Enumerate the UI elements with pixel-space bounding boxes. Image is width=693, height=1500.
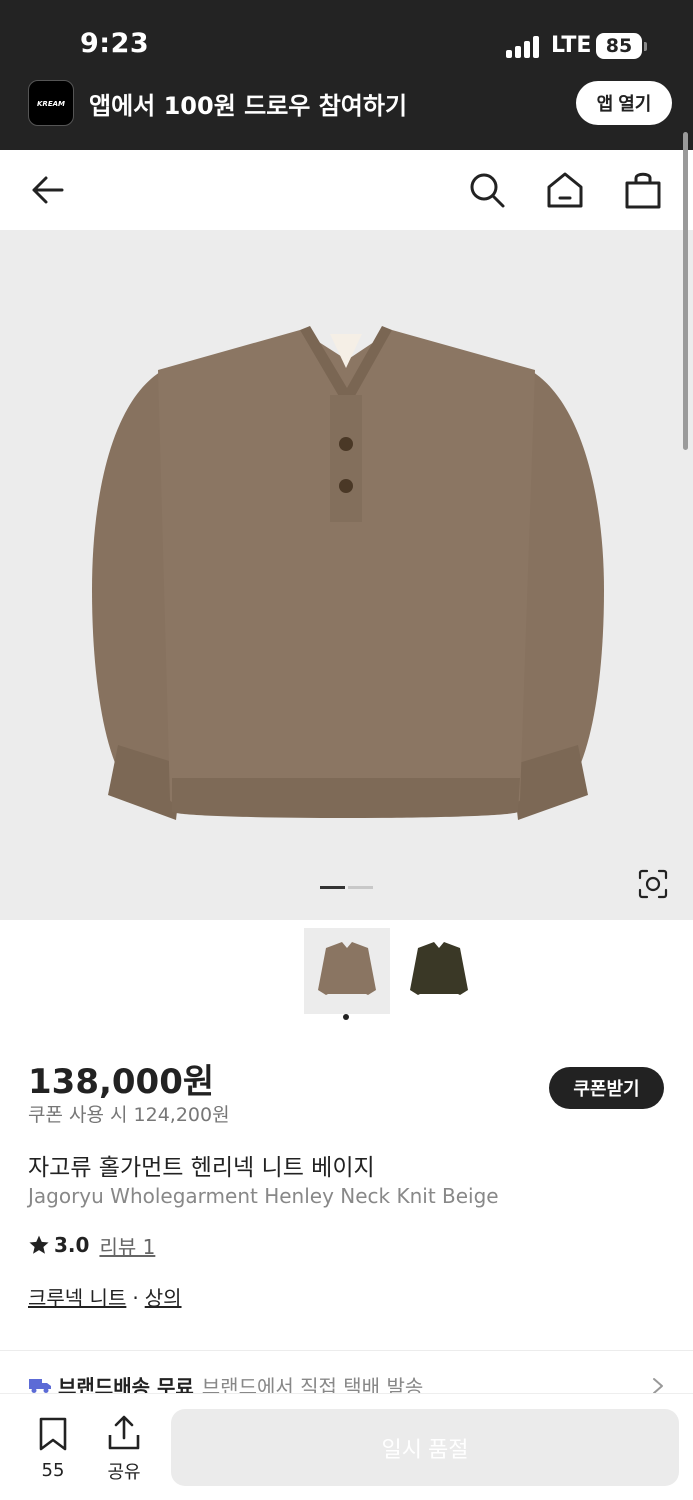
- coupon-button[interactable]: 쿠폰받기: [549, 1067, 664, 1109]
- thumbnail-olive[interactable]: [396, 928, 482, 1014]
- category-link-top[interactable]: 상의: [145, 1286, 182, 1310]
- image-search-icon[interactable]: [637, 868, 669, 900]
- search-icon[interactable]: [467, 170, 507, 210]
- back-arrow-icon[interactable]: [28, 170, 68, 210]
- gallery-dot: [348, 886, 373, 889]
- open-app-button[interactable]: 앱 열기: [576, 81, 672, 125]
- signal-icon: [506, 36, 544, 58]
- top-nav: [0, 150, 693, 230]
- truck-icon: [29, 1379, 51, 1393]
- network-label: LTE: [551, 33, 592, 58]
- bookmark-icon: [39, 1417, 67, 1451]
- category-breadcrumb: 크루넥 니트 · 상의: [28, 1282, 182, 1311]
- product-price: 138,000원: [28, 1062, 215, 1102]
- bookmark-count: 55: [41, 1460, 65, 1481]
- share-button[interactable]: 공유: [102, 1414, 146, 1484]
- rating-row: 3.0 리뷰 1: [28, 1231, 155, 1259]
- star-icon: [29, 1235, 49, 1254]
- home-icon[interactable]: [545, 170, 585, 210]
- category-separator: ·: [132, 1286, 139, 1310]
- product-image-gallery[interactable]: [0, 230, 693, 920]
- thumbnail-beige[interactable]: [304, 928, 390, 1014]
- bottom-action-bar: 55 공유 일시 품절: [0, 1393, 693, 1500]
- banner-text: 앱에서 100원 드로우 참여하기: [89, 92, 408, 120]
- sold-out-button[interactable]: 일시 품절: [171, 1409, 679, 1486]
- review-link[interactable]: 리뷰 1: [99, 1231, 155, 1260]
- battery-cap: [644, 42, 647, 51]
- gallery-dot-active: [320, 886, 345, 889]
- share-label: 공유: [107, 1462, 141, 1483]
- thumbnail-beige-image: [318, 942, 376, 995]
- thumbnail-olive-image: [410, 942, 468, 995]
- shopping-bag-icon[interactable]: [623, 170, 663, 210]
- section-divider: [0, 1350, 693, 1351]
- kream-logo: KREAM: [28, 80, 74, 126]
- product-name-ko: 자고류 홀가먼트 헨리넥 니트 베이지: [28, 1155, 375, 1181]
- gallery-pagination: [320, 886, 374, 889]
- app-banner-area: 9:23 LTE 85 KREAM 앱에서 100원 드로우 참여하기 앱 열기: [0, 0, 693, 150]
- thumbnail-selected-dot: [343, 1014, 349, 1020]
- rating-value: 3.0: [54, 1233, 90, 1257]
- category-link-crewneck[interactable]: 크루넥 니트: [28, 1286, 126, 1310]
- battery-icon: 85: [596, 33, 642, 59]
- coupon-price: 쿠폰 사용 시 124,200원: [28, 1104, 230, 1126]
- bookmark-button[interactable]: 55: [34, 1416, 72, 1481]
- status-time: 9:23: [80, 28, 150, 59]
- product-image: [92, 326, 604, 820]
- scrollbar[interactable]: [683, 132, 688, 450]
- share-icon: [108, 1415, 140, 1450]
- product-name-en: Jagoryu Wholegarment Henley Neck Knit Be…: [28, 1184, 499, 1208]
